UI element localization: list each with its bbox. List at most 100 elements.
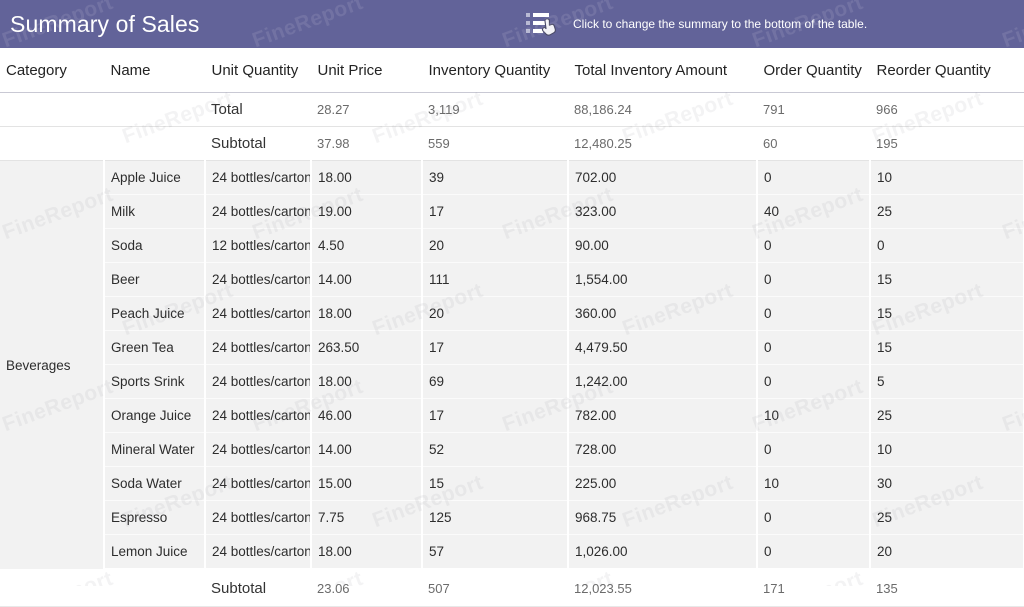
bottom-subtotal-row: Subtotal 23.06 507 12,023.55 171 135 <box>0 569 1024 607</box>
cell-unit-quantity: 24 bottles/carton <box>205 466 312 501</box>
cell-reorder-quantity: 25 <box>870 398 1024 433</box>
cell-inventory-quantity: 15 <box>422 466 569 501</box>
cell-total-inventory-amount: 1,026.00 <box>568 534 758 570</box>
table-row[interactable]: Espresso 24 bottles/carton 7.75 125 968.75 0 2… <box>0 500 1024 535</box>
cell-name: Green Tea <box>104 330 206 365</box>
cell-name: Sports Srink <box>104 364 206 399</box>
table-row[interactable]: Mineral Water 24 bottles/carton 14.00 52 728… <box>0 432 1024 467</box>
cell-order-quantity: 40 <box>757 194 871 229</box>
table-row[interactable]: Milk 24 bottles/carton 19.00 17 323.00 40 25 <box>0 194 1024 229</box>
cell-inventory-quantity: 57 <box>422 534 569 570</box>
page-title: Summary of Sales <box>10 11 200 37</box>
cell-unit-quantity: 24 bottles/carton <box>205 262 312 297</box>
bottom-subtotal-label-cell: Subtotal <box>205 569 311 607</box>
cell-unit-quantity: 24 bottles/carton <box>205 296 312 331</box>
cell-name: Mineral Water <box>104 432 206 467</box>
cell-total-inventory-amount: 702.00 <box>568 160 758 195</box>
table-row[interactable]: Sports Srink 24 bottles/carton 18.00 69 1,24… <box>0 364 1024 399</box>
bottom-subtotal-reorder-quantity-cell: 135 <box>870 569 1024 607</box>
column-header-category[interactable]: Category <box>0 48 105 93</box>
category-group-cell: Beverages <box>0 160 105 569</box>
cell-reorder-quantity: 20 <box>870 534 1024 570</box>
cell-inventory-quantity: 69 <box>422 364 569 399</box>
cell-name: Peach Juice <box>104 296 206 331</box>
summary-label-cell: Total <box>205 92 311 127</box>
summary-row: Subtotal 37.98 559 12,480.25 60 195 <box>0 126 1024 161</box>
cell-total-inventory-amount: 360.00 <box>568 296 758 331</box>
cell-reorder-quantity: 10 <box>870 432 1024 467</box>
cell-order-quantity: 0 <box>757 262 871 297</box>
cell-total-inventory-amount: 1,242.00 <box>568 364 758 399</box>
cell-reorder-quantity: 0 <box>870 228 1024 263</box>
table-row[interactable]: Green Tea 24 bottles/carton 263.50 17 4,479.… <box>0 330 1024 365</box>
cell-reorder-quantity: 15 <box>870 296 1024 331</box>
cell-total-inventory-amount: 1,554.00 <box>568 262 758 297</box>
table-row[interactable]: Soda 12 bottles/carton 4.50 20 90.00 0 0 <box>0 228 1024 263</box>
column-header-unit-price[interactable]: Unit Price <box>311 48 423 93</box>
cell-unit-quantity: 24 bottles/carton <box>205 398 312 433</box>
summary-category-cell <box>0 92 104 127</box>
cell-total-inventory-amount: 225.00 <box>568 466 758 501</box>
cell-order-quantity: 0 <box>757 432 871 467</box>
cell-unit-quantity: 24 bottles/carton <box>205 330 312 365</box>
sales-summary-table: Category Name Unit Quantity Unit Price I… <box>0 48 1024 607</box>
cell-reorder-quantity: 15 <box>870 262 1024 297</box>
table-row[interactable]: Orange Juice 24 bottles/carton 46.00 17 782.… <box>0 398 1024 433</box>
cell-total-inventory-amount: 4,479.50 <box>568 330 758 365</box>
cell-order-quantity: 0 <box>757 330 871 365</box>
summary-inventory-quantity-cell: 3,119 <box>422 92 568 127</box>
cell-unit-quantity: 24 bottles/carton <box>205 364 312 399</box>
summary-row: Total 28.27 3,119 88,186.24 791 966 <box>0 92 1024 127</box>
cell-name: Lemon Juice <box>104 534 206 570</box>
column-header-reorder-quantity[interactable]: Reorder Quantity <box>870 48 1024 93</box>
cell-inventory-quantity: 20 <box>422 228 569 263</box>
column-header-total-inventory-amount[interactable]: Total Inventory Amount <box>568 48 758 93</box>
cell-name: Apple Juice <box>104 160 206 195</box>
cell-inventory-quantity: 111 <box>422 262 569 297</box>
cell-total-inventory-amount: 782.00 <box>568 398 758 433</box>
cell-reorder-quantity: 10 <box>870 160 1024 195</box>
cell-unit-price: 46.00 <box>311 398 423 433</box>
column-header-name[interactable]: Name <box>104 48 206 93</box>
table-row[interactable]: Soda Water 24 bottles/carton 15.00 15 225.00… <box>0 466 1024 501</box>
report-title-bar: Summary of Sales Click to change the sum… <box>0 0 1024 48</box>
cell-name: Milk <box>104 194 206 229</box>
cell-total-inventory-amount: 968.75 <box>568 500 758 535</box>
cell-unit-price: 14.00 <box>311 432 423 467</box>
column-header-unit-quantity[interactable]: Unit Quantity <box>205 48 312 93</box>
report-viewer: Summary of Sales Click to change the sum… <box>0 0 1024 607</box>
table-row[interactable]: Beverages Apple Juice 24 bottles/carton 18.… <box>0 160 1024 569</box>
column-header-order-quantity[interactable]: Order Quantity <box>757 48 871 93</box>
toggle-summary-position-button[interactable]: Click to change the summary to the botto… <box>525 0 867 48</box>
summary-unit-price-cell: 28.27 <box>311 92 422 127</box>
cell-name: Orange Juice <box>104 398 206 433</box>
summary-name-cell <box>104 126 205 161</box>
cell-total-inventory-amount: 90.00 <box>568 228 758 263</box>
cell-inventory-quantity: 52 <box>422 432 569 467</box>
cell-total-inventory-amount: 728.00 <box>568 432 758 467</box>
summary-order-quantity-cell: 60 <box>757 126 870 161</box>
summary-reorder-quantity-cell: 195 <box>870 126 1024 161</box>
cell-order-quantity: 10 <box>757 466 871 501</box>
bottom-subtotal-category-cell <box>0 569 104 607</box>
summary-total-inventory-amount-cell: 88,186.24 <box>568 92 757 127</box>
cell-unit-price: 18.00 <box>311 364 423 399</box>
cell-order-quantity: 0 <box>757 296 871 331</box>
column-header-inventory-quantity[interactable]: Inventory Quantity <box>422 48 569 93</box>
summary-unit-price-cell: 37.98 <box>311 126 422 161</box>
bottom-subtotal-unit-price-cell: 23.06 <box>311 569 422 607</box>
cell-inventory-quantity: 125 <box>422 500 569 535</box>
table-row[interactable]: Beer 24 bottles/carton 14.00 111 1,554.00 0 15 <box>0 262 1024 297</box>
cell-inventory-quantity: 39 <box>422 160 569 195</box>
cell-order-quantity: 0 <box>757 228 871 263</box>
list-with-hand-cursor-icon <box>526 13 556 36</box>
table-row[interactable]: Peach Juice 24 bottles/carton 18.00 20 360.0… <box>0 296 1024 331</box>
table-row[interactable]: Lemon Juice 24 bottles/carton 18.00 57 1,026… <box>0 534 1024 570</box>
cell-total-inventory-amount: 323.00 <box>568 194 758 229</box>
cell-unit-quantity: 24 bottles/carton <box>205 534 312 570</box>
cell-name: Soda <box>104 228 206 263</box>
cell-order-quantity: 0 <box>757 160 871 195</box>
cell-name: Soda Water <box>104 466 206 501</box>
cell-inventory-quantity: 20 <box>422 296 569 331</box>
cell-reorder-quantity: 30 <box>870 466 1024 501</box>
